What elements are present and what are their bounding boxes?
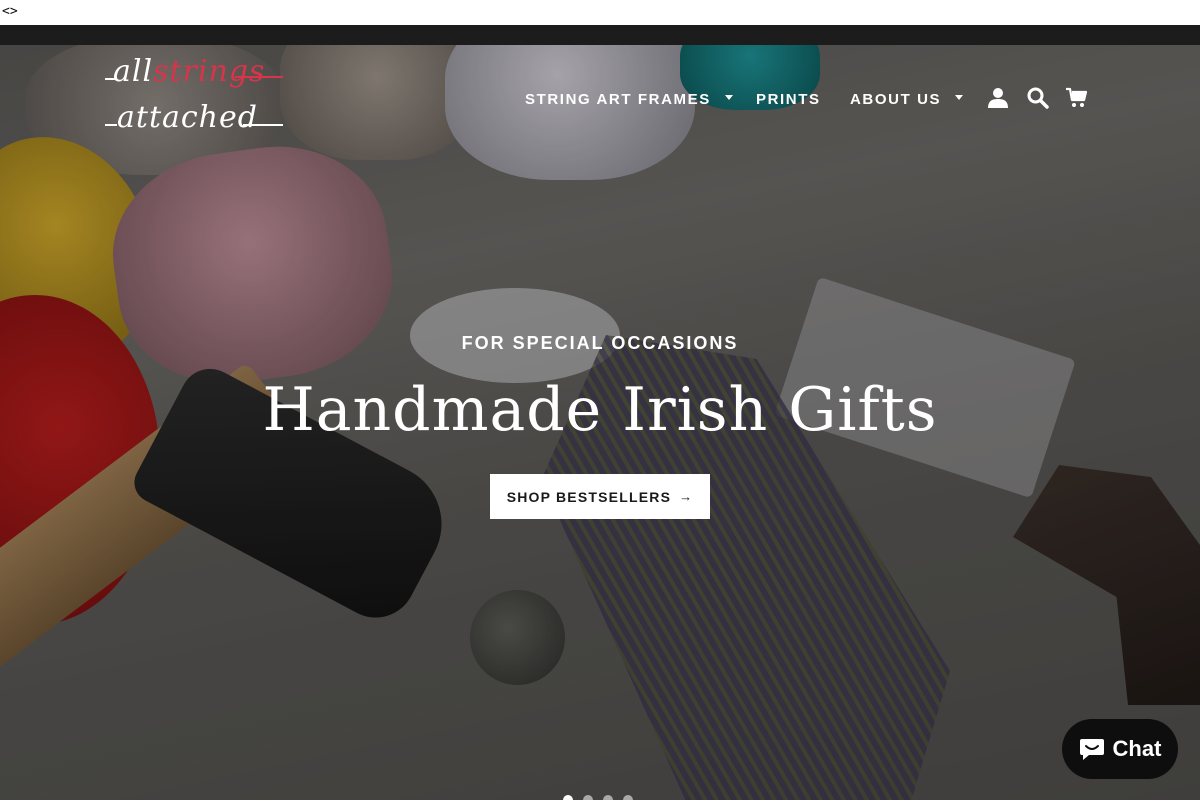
nav-label: ABOUT US: [850, 91, 942, 108]
slide-dot[interactable]: [563, 795, 573, 805]
cart-icon[interactable]: [1065, 86, 1089, 110]
nav-string-art-frames[interactable]: STRING ART FRAMES: [525, 91, 733, 108]
logo-word-all: all: [113, 54, 154, 89]
slide-dot[interactable]: [623, 795, 633, 805]
chat-bubble-icon: [1079, 739, 1104, 760]
logo-word-strings: strings: [153, 54, 266, 89]
logo-line-1: allstrings: [113, 54, 265, 89]
slide-dot[interactable]: [583, 795, 593, 805]
logo-swash: [243, 124, 283, 126]
site-logo[interactable]: allstrings attached: [105, 52, 290, 142]
code-text: <>: [2, 4, 18, 19]
logo-swash: [105, 124, 117, 126]
chevron-down-icon: [724, 94, 733, 100]
announcement-bar: [0, 25, 1200, 45]
nav-label: STRING ART FRAMES: [525, 91, 711, 108]
shop-bestsellers-button[interactable]: SHOP BESTSELLERS →: [490, 474, 710, 519]
top-strip: <>: [0, 0, 1200, 25]
logo-swash: [235, 76, 283, 78]
chevron-down-icon: [955, 94, 964, 100]
cta-label: SHOP BESTSELLERS: [506, 488, 672, 505]
nav-about-us[interactable]: ABOUT US: [850, 91, 964, 108]
logo-word-attached: attached: [117, 100, 258, 135]
logo-line-2: attached: [117, 100, 258, 135]
nav-label: PRINTS: [756, 91, 821, 108]
chat-label: Chat: [1112, 736, 1162, 761]
nav-prints[interactable]: PRINTS: [756, 91, 821, 108]
hero-headline: Handmade Irish Gifts: [262, 375, 938, 445]
hero-eyebrow: FOR SPECIAL OCCASIONS: [461, 333, 739, 353]
slideshow-dots: [563, 795, 633, 805]
logo-swash: [105, 78, 115, 80]
chat-button[interactable]: Chat: [1062, 719, 1178, 779]
arrow-right-icon: →: [679, 489, 694, 504]
account-icon[interactable]: [986, 86, 1010, 110]
search-icon[interactable]: [1026, 86, 1050, 110]
slide-dot[interactable]: [603, 795, 613, 805]
